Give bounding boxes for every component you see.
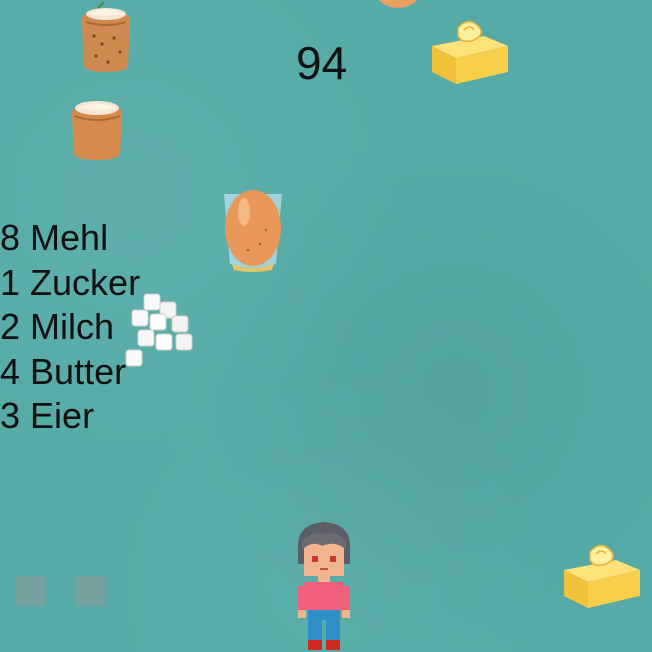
inventory-count: 3	[0, 395, 21, 436]
inventory-count: 1	[0, 261, 21, 303]
inventory-row-mehl: 8 Mehl	[0, 216, 140, 261]
inventory-label: Eier	[30, 395, 95, 436]
egg-partial-icon	[372, 0, 424, 10]
inventory-row-zucker: 1 Zucker	[0, 261, 140, 306]
flour-sack-icon	[66, 98, 128, 162]
ingredient-inventory: 8 Mehl 1 Zucker 2 Milch 4 Butter 3 Eier	[0, 216, 140, 439]
inventory-row-eier: 3 Eier	[0, 394, 140, 439]
player-character[interactable]	[292, 520, 356, 652]
egg-icon	[220, 184, 286, 272]
inventory-label: Butter	[30, 350, 127, 392]
butter-icon	[428, 16, 512, 88]
inventory-count: 4	[0, 350, 21, 392]
inventory-label: Milch	[30, 306, 115, 347]
inventory-count: 8	[0, 217, 21, 258]
move-right-button[interactable]	[75, 576, 105, 606]
inventory-label: Mehl	[30, 217, 109, 258]
inventory-row-butter: 4 Butter	[0, 350, 140, 395]
inventory-row-milch: 2 Milch	[0, 305, 140, 350]
sugar-cubes-icon	[124, 290, 196, 376]
score-display: 94	[296, 37, 348, 89]
flour-sack-icon	[76, 2, 136, 74]
inventory-count: 2	[0, 306, 21, 347]
move-left-button[interactable]	[15, 576, 45, 606]
butter-icon	[560, 540, 644, 612]
